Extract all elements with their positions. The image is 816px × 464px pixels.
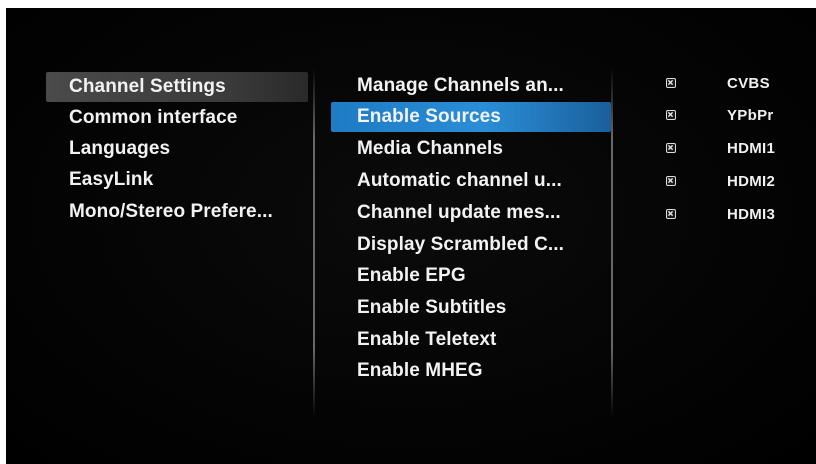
tv-settings-screen: Channel Settings Common interface Langua… bbox=[6, 8, 816, 464]
submenu-item-media-channels[interactable]: Media Channels bbox=[331, 134, 611, 164]
source-row-hdmi3[interactable]: HDMI3 bbox=[620, 200, 816, 230]
source-label: YPbPr bbox=[727, 107, 774, 124]
channel-settings-submenu: Manage Channels an... Enable Sources Med… bbox=[316, 8, 620, 464]
source-label: CVBS bbox=[727, 75, 770, 92]
checkbox-checked-icon[interactable] bbox=[666, 78, 676, 88]
source-row-hdmi2[interactable]: HDMI2 bbox=[620, 167, 816, 197]
main-menu-item-mono-stereo[interactable]: Mono/Stereo Prefere... bbox=[46, 197, 308, 227]
main-menu-item-channel-settings[interactable]: Channel Settings bbox=[46, 72, 308, 102]
submenu-item-channel-update-message[interactable]: Channel update mes... bbox=[331, 198, 611, 228]
source-label: HDMI3 bbox=[727, 206, 776, 223]
source-label: HDMI1 bbox=[727, 140, 776, 157]
submenu-item-enable-mheg[interactable]: Enable MHEG bbox=[331, 356, 611, 386]
source-row-ypbpr[interactable]: YPbPr bbox=[620, 101, 816, 131]
submenu-item-enable-teletext[interactable]: Enable Teletext bbox=[331, 325, 611, 355]
submenu-item-display-scrambled[interactable]: Display Scrambled C... bbox=[331, 230, 611, 260]
source-row-hdmi1[interactable]: HDMI1 bbox=[620, 134, 816, 164]
source-label: HDMI2 bbox=[727, 173, 776, 190]
column-divider bbox=[313, 68, 315, 418]
main-menu-item-common-interface[interactable]: Common interface bbox=[46, 103, 308, 133]
submenu-item-enable-sources[interactable]: Enable Sources bbox=[331, 102, 611, 132]
submenu-item-enable-epg[interactable]: Enable EPG bbox=[331, 261, 611, 291]
main-menu-item-languages[interactable]: Languages bbox=[46, 134, 308, 164]
sources-checklist: CVBS YPbPr HDMI1 HDMI2 HDMI3 bbox=[620, 8, 816, 464]
checkbox-checked-icon[interactable] bbox=[666, 143, 676, 153]
submenu-item-automatic-channel-update[interactable]: Automatic channel u... bbox=[331, 166, 611, 196]
column-divider bbox=[611, 68, 613, 418]
checkbox-checked-icon[interactable] bbox=[666, 209, 676, 219]
checkbox-checked-icon[interactable] bbox=[666, 176, 676, 186]
submenu-item-enable-subtitles[interactable]: Enable Subtitles bbox=[331, 293, 611, 323]
submenu-item-manage-channels[interactable]: Manage Channels an... bbox=[331, 71, 611, 101]
main-menu-item-easylink[interactable]: EasyLink bbox=[46, 165, 308, 195]
checkbox-checked-icon[interactable] bbox=[666, 110, 676, 120]
source-row-cvbs[interactable]: CVBS bbox=[620, 69, 816, 99]
main-menu: Channel Settings Common interface Langua… bbox=[6, 8, 316, 464]
